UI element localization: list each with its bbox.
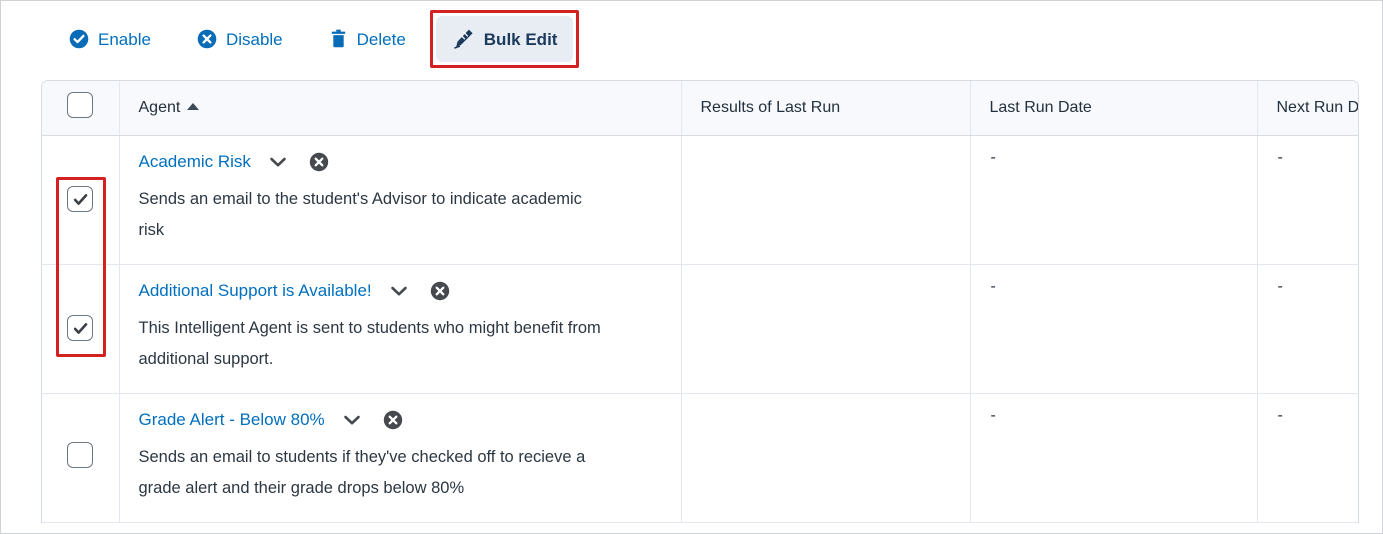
agent-cell: Academic Risk Sends an email to the stud… — [119, 135, 682, 265]
table-header-row: Agent Results of Last Run Last Run Date … — [42, 81, 1359, 136]
chevron-down-icon[interactable] — [269, 156, 287, 168]
enable-button[interactable]: Enable — [57, 17, 163, 61]
table-row: Grade Alert - Below 80% Sends an email t… — [42, 393, 1358, 523]
agent-name-row: Grade Alert - Below 80% — [139, 410, 663, 430]
column-header-results[interactable]: Results of Last Run — [681, 81, 971, 136]
next-run-date-cell: - — [1257, 264, 1358, 394]
column-header-next-run-label: Next Run Date — [1276, 98, 1359, 116]
chevron-down-icon[interactable] — [390, 285, 408, 297]
next-run-date-cell: - — [1257, 135, 1358, 265]
agent-cell: Additional Support is Available! This In… — [119, 264, 682, 394]
agent-cell: Grade Alert - Below 80% Sends an email t… — [119, 393, 682, 523]
table-row: Academic Risk Sends an email to the stud… — [42, 135, 1358, 265]
agent-description: Sends an email to students if they've ch… — [138, 447, 586, 497]
row-select-cell — [42, 264, 120, 394]
next-run-date-cell: - — [1257, 393, 1358, 523]
trash-icon — [329, 29, 348, 49]
agents-table-container: Agent Results of Last Run Last Run Date … — [41, 80, 1359, 523]
agent-disabled-status-icon[interactable] — [383, 410, 403, 430]
agent-disabled-status-icon[interactable] — [430, 281, 450, 301]
bulk-action-toolbar: Enable Disable Delete Bulk Edit — [1, 1, 1382, 77]
agents-table-body: Academic Risk Sends an email to the stud… — [42, 135, 1358, 523]
agent-name-link[interactable]: Additional Support is Available! — [139, 281, 372, 301]
agent-description: Sends an email to the student's Advisor … — [138, 189, 582, 239]
column-header-last-run[interactable]: Last Run Date — [970, 81, 1258, 136]
row-checkbox[interactable] — [67, 186, 94, 213]
table-row: Additional Support is Available! This In… — [42, 264, 1358, 394]
column-header-agent-label: Agent — [138, 98, 181, 116]
column-header-agent[interactable]: Agent — [119, 81, 682, 136]
results-of-last-run-cell — [681, 393, 971, 523]
column-header-next-run[interactable]: Next Run Date — [1257, 81, 1359, 136]
disable-button-label: Disable — [225, 29, 283, 49]
delete-button-label: Delete — [356, 29, 406, 49]
bulk-edit-button[interactable]: Bulk Edit — [435, 16, 574, 62]
row-checkbox[interactable] — [67, 315, 94, 342]
results-of-last-run-cell — [681, 264, 971, 394]
row-checkbox[interactable] — [67, 442, 94, 468]
agent-name-row: Additional Support is Available! — [139, 281, 663, 301]
disable-button[interactable]: Disable — [185, 17, 295, 61]
select-all-checkbox[interactable] — [67, 92, 94, 119]
checkmark-icon — [73, 322, 88, 334]
agent-name-row: Academic Risk — [139, 152, 663, 172]
agent-description: This Intelligent Agent is sent to studen… — [138, 318, 601, 368]
last-run-date-cell: - — [970, 264, 1258, 394]
agents-table: Agent Results of Last Run Last Run Date … — [42, 81, 1359, 523]
select-all-header-cell — [42, 81, 120, 136]
row-select-cell — [42, 393, 120, 523]
last-run-date-cell: - — [970, 135, 1258, 265]
bulk-edit-button-label: Bulk Edit — [483, 29, 558, 49]
x-circle-icon — [197, 29, 217, 49]
sort-ascending-icon — [187, 102, 200, 110]
row-select-cell — [42, 135, 120, 265]
pencil-edit-icon — [452, 28, 475, 50]
agent-name-link[interactable]: Academic Risk — [139, 152, 251, 172]
bulk-edit-button-wrapper: Bulk Edit — [429, 10, 580, 68]
checkmark-icon — [73, 193, 88, 205]
agents-table-header: Agent Results of Last Run Last Run Date … — [42, 81, 1359, 136]
agent-name-link[interactable]: Grade Alert - Below 80% — [139, 410, 325, 430]
delete-button[interactable]: Delete — [317, 17, 418, 61]
chevron-down-icon[interactable] — [343, 414, 361, 426]
enable-button-label: Enable — [98, 29, 151, 49]
results-of-last-run-cell — [681, 135, 971, 265]
intelligent-agents-list-screen: Enable Disable Delete Bulk Edit Agent Re… — [0, 0, 1383, 534]
column-header-last-run-label: Last Run Date — [989, 98, 1092, 116]
check-circle-icon — [69, 29, 89, 49]
last-run-date-cell: - — [970, 393, 1258, 523]
column-header-results-label: Results of Last Run — [700, 98, 841, 116]
agent-disabled-status-icon[interactable] — [309, 152, 329, 172]
